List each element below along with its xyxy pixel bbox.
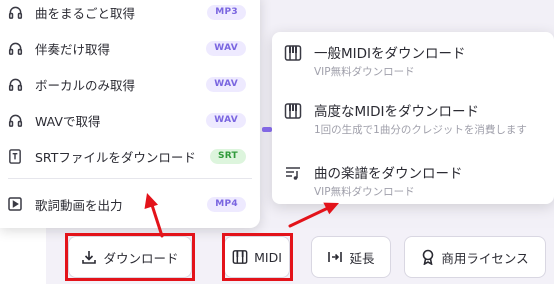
download-dropdown-menu: 曲をまるごと取得 MP3 伴奏だけ取得 WAV ボーカルのみ取得 WAV WAV… (0, 0, 260, 228)
video-play-icon (7, 196, 23, 212)
menu-item-vocals[interactable]: ボーカルのみ取得 WAV (0, 66, 260, 102)
piano-icon (284, 44, 302, 62)
subtitle-file-icon (7, 148, 23, 164)
menu-item-label: 歌詞動画を出力 (35, 198, 123, 213)
commercial-license-label: 商用ライセンス (441, 250, 529, 266)
format-badge: WAV (206, 113, 246, 128)
menu-item-label: SRTファイルをダウンロード (35, 150, 196, 165)
menu-item-subtitle: VIP無料ダウンロード (314, 186, 415, 198)
download-button-highlight (65, 233, 195, 281)
commercial-license-button[interactable]: 商用ライセンス (404, 236, 546, 278)
menu-item-title: 曲の楽譜をダウンロード (314, 166, 463, 182)
menu-item-general-midi[interactable]: 一般MIDIをダウンロード VIP無料ダウンロード (272, 36, 554, 92)
format-badge: SRT (209, 149, 246, 164)
menu-item-subtitle: 1回の生成で1曲分のクレジットを消費します (314, 124, 527, 136)
midi-button-highlight (222, 233, 293, 281)
menu-item-wav[interactable]: WAVで取得 WAV (0, 102, 260, 138)
format-badge: WAV (206, 41, 246, 56)
menu-item-subtitle: VIP無料ダウンロード (314, 66, 415, 78)
menu-item-label: ボーカルのみ取得 (35, 78, 136, 93)
menu-item-label: WAVで取得 (35, 114, 101, 129)
headphones-icon (7, 4, 23, 20)
headphones-icon (7, 40, 23, 56)
menu-item-srt[interactable]: SRTファイルをダウンロード SRT (0, 138, 260, 174)
menu-item-full-song[interactable]: 曲をまるごと取得 MP3 (0, 0, 260, 30)
headphones-icon (7, 76, 23, 92)
menu-item-lyric-video[interactable]: 歌詞動画を出力 MP4 (0, 186, 260, 222)
award-ribbon-icon (421, 249, 435, 265)
menu-item-advanced-midi[interactable]: 高度なMIDIをダウンロード 1回の生成で1曲分のクレジットを消費します (272, 94, 554, 150)
menu-item-label: 曲をまるごと取得 (35, 6, 136, 21)
progress-accent (262, 127, 272, 132)
extend-button-label: 延長 (349, 250, 375, 266)
format-badge: MP4 (207, 197, 246, 212)
format-badge: MP3 (207, 5, 246, 20)
midi-dropdown-menu: 一般MIDIをダウンロード VIP無料ダウンロード 高度なMIDIをダウンロード… (272, 32, 554, 204)
menu-divider (8, 178, 252, 179)
headphones-icon (7, 112, 23, 128)
extend-icon (327, 249, 343, 265)
piano-icon (284, 102, 302, 120)
menu-item-title: 一般MIDIをダウンロード (314, 46, 466, 62)
menu-item-sheet-music[interactable]: 曲の楽譜をダウンロード VIP無料ダウンロード (272, 156, 554, 212)
menu-item-title: 高度なMIDIをダウンロード (314, 104, 480, 120)
music-score-icon (284, 164, 302, 182)
format-badge: WAV (206, 77, 246, 92)
menu-item-instrumental[interactable]: 伴奏だけ取得 WAV (0, 30, 260, 66)
extend-button[interactable]: 延長 (311, 236, 391, 278)
menu-item-label: 伴奏だけ取得 (35, 42, 111, 57)
